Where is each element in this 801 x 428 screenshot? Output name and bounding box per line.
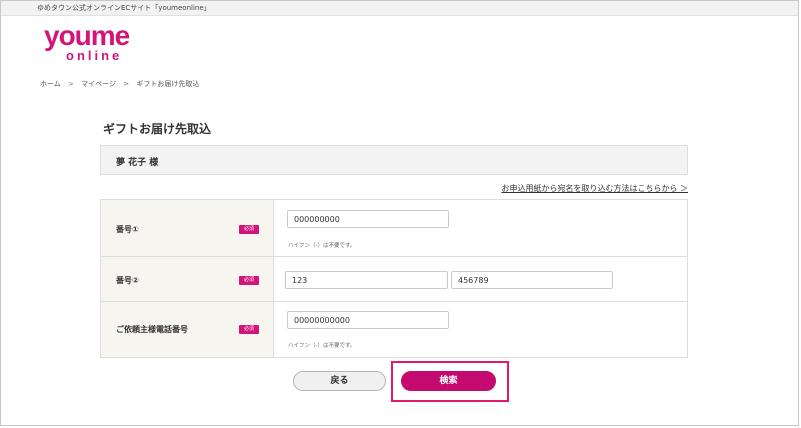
number2-second-input[interactable] — [451, 271, 613, 289]
top-bar-text: ゆめタウン公式オンラインECサイト「youmeonline」 — [37, 4, 211, 12]
label-cell: ご依頼主様電話番号 必須 — [101, 302, 274, 357]
field-label: 番号① — [116, 225, 139, 234]
breadcrumb-home[interactable]: ホーム — [40, 80, 61, 88]
top-bar: ゆめタウン公式オンラインECサイト「youmeonline」 — [1, 1, 798, 16]
breadcrumb-separator: > — [68, 80, 74, 88]
phone-input[interactable] — [287, 311, 449, 329]
customer-name-box: 夢 花子 様 — [100, 145, 688, 175]
number1-input[interactable] — [287, 210, 449, 228]
logo-main-text: youme — [44, 20, 130, 51]
label-cell: 番号① 必須 — [101, 200, 274, 256]
form-row-number2: 番号② 必須 — [101, 257, 687, 302]
number2-first-input[interactable] — [285, 271, 448, 289]
page-title: ギフトお届け先取込 — [103, 122, 212, 136]
breadcrumb-separator: > — [123, 80, 130, 88]
site-logo[interactable]: youme online — [44, 20, 130, 63]
form-table: 番号① 必須 ハイフン（-）は不要です。 番号② 必須 ご依頼主様電話番号 必須… — [100, 199, 688, 358]
import-help-link[interactable]: お申込用紙から宛名を取り込む方法はこちらから ＞ — [501, 183, 688, 194]
breadcrumb-mypage[interactable]: マイページ — [81, 80, 116, 88]
field-note: ハイフン（-）は不要です。 — [288, 343, 356, 349]
form-row-number1: 番号① 必須 ハイフン（-）は不要です。 — [101, 200, 687, 257]
back-button[interactable]: 戻る — [293, 371, 386, 391]
required-badge: 必須 — [239, 325, 259, 334]
label-cell: 番号② 必須 — [101, 257, 274, 301]
field-note: ハイフン（-）は不要です。 — [288, 243, 356, 249]
form-row-phone: ご依頼主様電話番号 必須 ハイフン（-）は不要です。 — [101, 302, 687, 357]
breadcrumb: ホーム > マイページ > ギフトお届け先取込 — [40, 79, 204, 89]
customer-name: 夢 花子 様 — [116, 158, 159, 168]
logo-sub-text: online — [66, 48, 123, 63]
search-button[interactable]: 検索 — [401, 371, 496, 391]
field-label: 番号② — [116, 276, 139, 285]
required-badge: 必須 — [239, 276, 259, 285]
field-label: ご依頼主様電話番号 — [116, 325, 188, 334]
breadcrumb-current: ギフトお届け先取込 — [136, 80, 200, 88]
required-badge: 必須 — [239, 225, 259, 234]
